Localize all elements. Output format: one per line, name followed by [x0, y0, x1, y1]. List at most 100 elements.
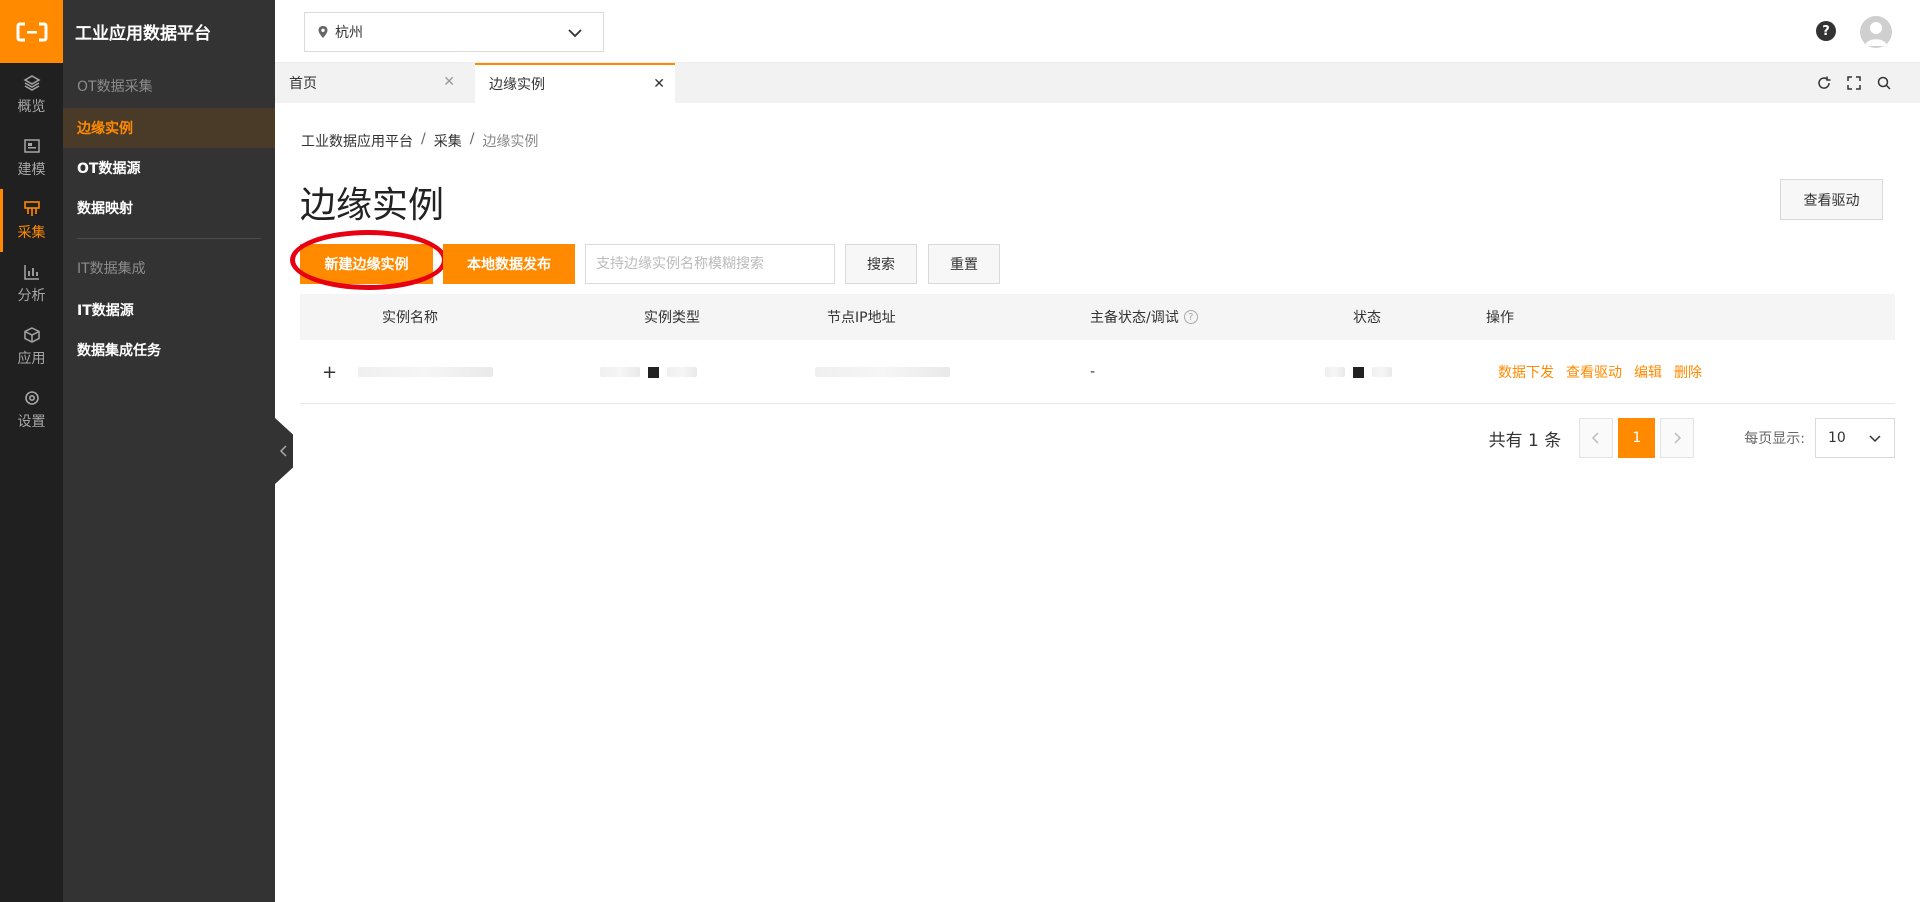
sidebar-item-it-datasource[interactable]: IT数据源	[63, 290, 275, 330]
sidebar-item-data-mapping[interactable]: 数据映射	[63, 188, 275, 228]
sidebar-divider	[77, 238, 261, 239]
page-title: 边缘实例	[300, 185, 445, 226]
redacted-text	[1325, 367, 1345, 377]
node-ip-cell	[815, 340, 950, 404]
logo[interactable]	[0, 0, 63, 63]
data-issue-link[interactable]: 数据下发	[1498, 362, 1554, 382]
close-icon[interactable]: ✕	[443, 74, 455, 90]
redacted-text	[600, 367, 640, 377]
column-header-ip: 节点IP地址	[827, 310, 896, 326]
sidebar-group-it: IT数据集成	[77, 260, 146, 277]
expand-row-button[interactable]: +	[322, 340, 337, 404]
view-driver-link[interactable]: 查看驱动	[1566, 362, 1622, 382]
table-header: 实例名称 实例类型 节点IP地址 主备状态/调试 ? 状态 操作	[300, 294, 1895, 340]
breadcrumb-item-platform[interactable]: 工业数据应用平台	[301, 131, 413, 151]
avatar[interactable]	[1860, 16, 1892, 48]
search-button[interactable]: 搜索	[845, 244, 917, 284]
new-edge-instance-button[interactable]: 新建边缘实例	[300, 244, 433, 284]
redacted-mark	[648, 366, 659, 378]
search-input[interactable]	[585, 244, 835, 284]
page-number-button[interactable]: 1	[1618, 418, 1656, 458]
user-avatar-icon	[1865, 22, 1887, 46]
breadcrumb: 工业数据应用平台 / 采集 / 边缘实例	[301, 131, 538, 151]
edit-link[interactable]: 编辑	[1634, 362, 1662, 382]
chevron-left-icon	[1592, 432, 1599, 444]
view-driver-button[interactable]: 查看驱动	[1780, 179, 1883, 220]
column-header-status: 状态	[1353, 310, 1381, 326]
pagination: 共有 1 条 1 每页显示: 10	[1489, 418, 1895, 458]
rail-item-overview[interactable]: 概览	[0, 63, 63, 126]
rail-item-label: 建模	[17, 161, 46, 178]
per-page-select[interactable]: 10	[1815, 418, 1895, 458]
total-count: 共有 1 条	[1488, 430, 1562, 451]
column-header-type: 实例类型	[644, 310, 700, 326]
chevron-down-icon	[1869, 435, 1881, 443]
actions-cell: 数据下发 查看驱动 编辑 删除	[1498, 340, 1714, 404]
sidebar-item-integration-task[interactable]: 数据集成任务	[63, 330, 275, 370]
top-header: 杭州 ?	[275, 0, 1920, 63]
chevron-right-icon	[1674, 432, 1682, 444]
fullscreen-icon[interactable]	[1846, 75, 1862, 91]
instance-type-cell	[600, 340, 697, 404]
app-title: 工业应用数据平台	[75, 24, 211, 44]
breadcrumb-separator: /	[469, 131, 475, 147]
search-icon[interactable]	[1876, 75, 1892, 91]
rail-item-label: 采集	[17, 224, 46, 241]
rail-item-collect[interactable]: 采集	[0, 189, 63, 252]
redacted-text	[1372, 367, 1392, 377]
icon-rail: 概览 建模 采集 分析 应用 设置	[0, 0, 63, 902]
column-header-name: 实例名称	[382, 310, 438, 326]
breadcrumb-item-current: 边缘实例	[482, 134, 539, 150]
brand-logo-icon	[16, 22, 47, 41]
local-data-publish-button[interactable]: 本地数据发布	[443, 244, 575, 284]
rail-item-label: 应用	[17, 350, 46, 367]
instance-table: 实例名称 实例类型 节点IP地址 主备状态/调试 ? 状态 操作 + - 数据下…	[300, 294, 1895, 404]
delete-link[interactable]: 删除	[1674, 362, 1702, 382]
tab-edge-instance[interactable]: 边缘实例 ✕	[475, 63, 675, 103]
redacted-text	[358, 367, 493, 377]
region-value: 杭州	[335, 25, 363, 41]
column-header-standby-label: 主备状态/调试	[1090, 310, 1179, 326]
gear-icon	[24, 390, 39, 405]
chart-icon	[23, 264, 39, 280]
prev-page-button[interactable]	[1579, 418, 1614, 458]
per-page-label: 每页显示:	[1744, 431, 1805, 447]
tab-bar: 首页 ✕ 边缘实例 ✕	[275, 63, 1920, 103]
status-cell	[1325, 340, 1392, 404]
model-icon	[23, 138, 40, 153]
close-icon[interactable]: ✕	[653, 76, 665, 92]
column-header-actions: 操作	[1486, 310, 1514, 326]
tab-home[interactable]: 首页 ✕	[275, 63, 465, 103]
collect-icon	[23, 200, 40, 216]
tab-tools	[1816, 75, 1892, 91]
sidebar-item-edge-instance[interactable]: 边缘实例	[63, 108, 275, 148]
rail-item-settings[interactable]: 设置	[0, 378, 63, 441]
rail-item-label: 设置	[17, 413, 46, 430]
sidebar: 工业应用数据平台 OT数据采集 边缘实例 OT数据源 数据映射 IT数据集成 I…	[63, 0, 275, 902]
standby-status-cell: -	[1090, 364, 1096, 380]
next-page-button[interactable]	[1660, 418, 1695, 458]
sidebar-collapse-handle[interactable]	[275, 418, 293, 484]
column-header-standby: 主备状态/调试 ?	[1090, 294, 1198, 340]
help-icon[interactable]: ?	[1816, 21, 1836, 41]
rail-item-analysis[interactable]: 分析	[0, 252, 63, 315]
rail-item-modeling[interactable]: 建模	[0, 126, 63, 189]
instance-name-cell	[358, 340, 493, 404]
toolbar: 新建边缘实例 本地数据发布 搜索 重置	[290, 230, 1895, 290]
refresh-icon[interactable]	[1816, 75, 1832, 91]
redacted-text	[815, 367, 950, 377]
region-selector[interactable]: 杭州	[304, 12, 604, 52]
redacted-mark	[1353, 366, 1364, 378]
info-icon[interactable]: ?	[1183, 310, 1198, 324]
reset-button[interactable]: 重置	[928, 244, 1000, 284]
rail-item-apps[interactable]: 应用	[0, 315, 63, 378]
tab-label: 首页	[289, 76, 317, 92]
sidebar-group-ot: OT数据采集	[77, 78, 153, 95]
breadcrumb-separator: /	[421, 131, 426, 147]
breadcrumb-item-collect[interactable]: 采集	[434, 131, 462, 151]
sidebar-item-ot-datasource[interactable]: OT数据源	[63, 148, 275, 188]
layers-icon	[22, 74, 41, 91]
table-row: + - 数据下发 查看驱动 编辑 删除	[300, 340, 1895, 404]
tab-label: 边缘实例	[489, 77, 545, 93]
chevron-down-icon	[568, 29, 582, 38]
